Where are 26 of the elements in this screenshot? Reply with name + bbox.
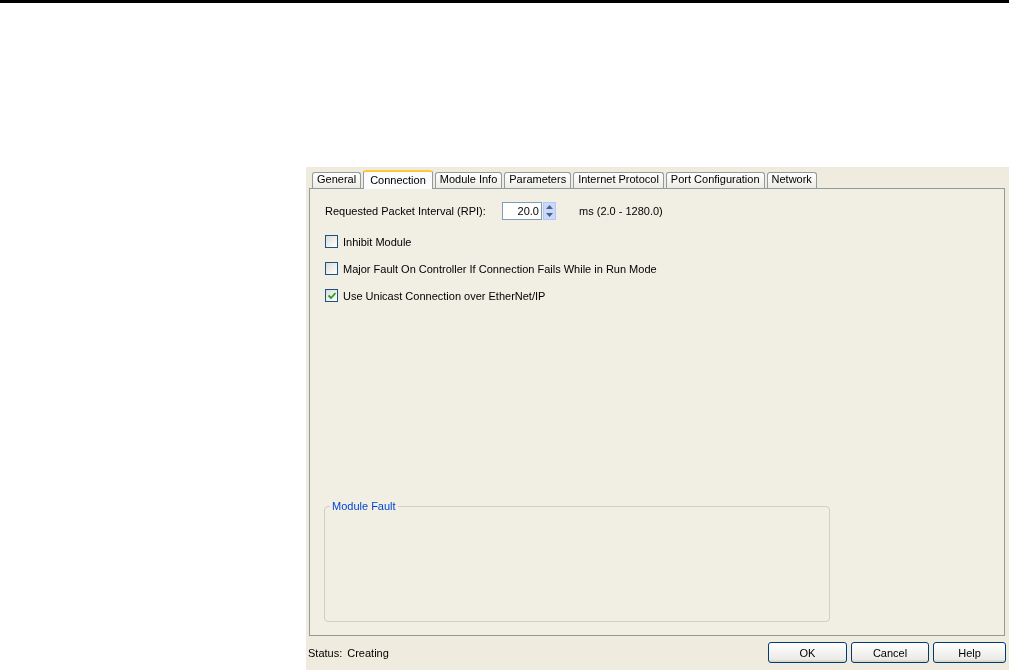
tab[interactable]: General <box>312 172 362 188</box>
checkbox-label: Inhibit Module <box>343 235 412 248</box>
rpi-label: Requested Packet Interval (RPI): <box>325 205 487 217</box>
spin-button[interactable] <box>543 202 556 220</box>
rpi-input[interactable]: 20.0 <box>502 202 542 220</box>
tab[interactable]: Port Configuration <box>665 172 765 188</box>
checkmark-icon <box>327 292 336 299</box>
rpi-range: ms (2.0 - 1280.0) <box>579 205 663 217</box>
tab[interactable]: Network <box>766 172 817 188</box>
dialog-button[interactable]: Help <box>933 642 1006 663</box>
checkbox[interactable] <box>325 235 338 248</box>
dialog-button[interactable]: Cancel <box>851 642 929 663</box>
checkbox[interactable] <box>325 262 338 275</box>
status-label: Status: <box>308 646 343 659</box>
tab[interactable]: Connection <box>363 170 433 189</box>
up-arrow-icon <box>546 205 553 209</box>
checkbox-label: Major Fault On Controller If Connection Fails While in Run Mode <box>343 262 657 275</box>
tab[interactable]: Module Info <box>434 172 503 188</box>
dialog-button[interactable]: OK <box>768 642 847 663</box>
down-arrow-icon <box>546 213 553 217</box>
checkbox-label: Use Unicast Connection over EtherNet/IP <box>343 289 546 302</box>
group-title: Module Fault <box>330 500 398 512</box>
tab[interactable]: Parameters <box>504 172 572 188</box>
checkbox[interactable] <box>325 289 338 302</box>
tab[interactable]: Internet Protocol <box>573 172 664 188</box>
status-value: Creating <box>347 646 389 659</box>
